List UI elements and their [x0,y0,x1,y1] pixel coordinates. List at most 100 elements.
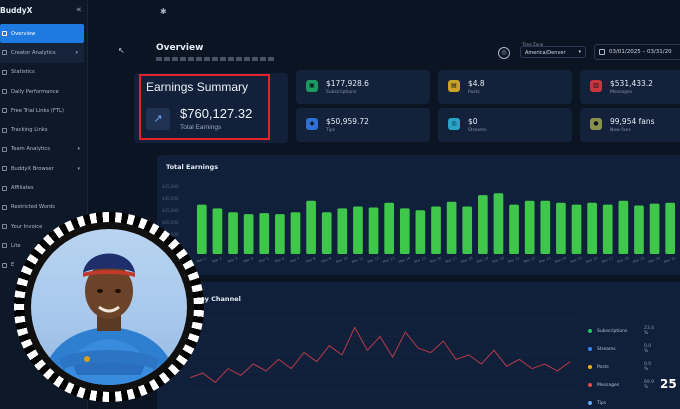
sidebar-item[interactable]: Daily Performance [0,82,86,101]
sidebar-item-label: Overview [11,30,36,37]
x-tick-label: Mar 21 [507,256,520,264]
stat-icon: ◎ [448,118,460,130]
bar[interactable] [275,214,285,254]
bar[interactable] [602,204,613,254]
bar[interactable] [321,212,332,254]
sidebar-item-label: Affiliates [11,185,34,192]
sidebar-item-label: Team Analytics [11,146,50,153]
x-tick-label: Mar 22 [523,256,536,264]
earnings-by-channel-chart [190,317,575,391]
sidebar-item-label: Restricted Words [11,204,55,211]
bar[interactable] [462,206,473,255]
sidebar-item[interactable]: Team Analytics ▾ [0,140,86,159]
bar[interactable] [571,204,582,254]
bar[interactable] [384,202,395,254]
bar[interactable] [431,206,441,255]
stat-label: Tips [326,128,336,133]
bar[interactable] [665,202,676,254]
page-subtitle-placeholder [156,57,276,61]
stat-card: ▥ $531,433.2 Messages [580,70,680,104]
nav-icon [2,166,7,172]
date-range-picker[interactable]: 03/01/2025 – 03/31/20 [594,44,680,60]
x-tick-label: Mar 23 [539,256,552,264]
bar[interactable] [368,207,379,254]
bar[interactable] [290,212,301,254]
x-tick-label: Mar 6 [274,256,285,263]
bar[interactable] [477,195,488,254]
sidebar-item[interactable]: Tracking Links [0,120,86,139]
timezone-select[interactable]: America/Denver ▾ [520,46,586,58]
legend-item[interactable]: Posts 0.0 % [588,362,651,372]
stat-icon: ▤ [448,80,460,92]
bar[interactable] [649,203,660,254]
mouse-cursor-icon: ↖ [118,46,125,55]
sidebar-item-label: Daily Performance [11,88,59,95]
y-tick-label: $35,000 [162,184,179,189]
bar[interactable] [556,202,566,254]
x-tick-label: Mar 15 [414,256,427,264]
bar[interactable] [493,193,504,254]
bar[interactable] [618,200,629,254]
bar[interactable] [415,210,426,254]
collapse-sidebar-icon[interactable]: « [76,5,82,15]
bar[interactable] [446,201,457,254]
sidebar-item-label: Your Invoice [11,223,43,230]
legend-item[interactable]: Streams 0.0 % [588,344,651,354]
total-earnings-chart: $35,000$30,000$25,000$20,000$15,000$10,0… [162,184,676,264]
sidebar-item[interactable]: Statistics [0,63,86,82]
chevron-down-icon: ▾ [77,146,80,153]
x-tick-label: Mar 1 [196,256,207,263]
legend-item[interactable]: Messages 69.9 % [588,380,654,390]
x-tick-label: Mar 8 [305,256,316,263]
bar[interactable] [259,213,270,254]
x-tick-label: Mar 7 [290,256,301,263]
bar[interactable] [243,214,254,254]
x-tick-label: Mar 20 [492,256,505,264]
stat-label: Messages [610,90,633,95]
nav-icon [2,89,7,95]
legend-label: Streams [597,346,616,352]
legend-dot [588,365,592,369]
bar[interactable] [399,208,410,254]
stat-value: $0 [468,117,478,126]
y-tick-label: $25,000 [162,208,179,213]
bar[interactable] [212,208,223,254]
stat-value: $4.8 [468,79,485,88]
sidebar-item[interactable]: BuddyX Browser ▾ [0,159,86,178]
legend-label: Posts [597,364,609,370]
bar[interactable] [196,204,207,254]
sidebar-item-label: Creator Analytics [11,49,56,56]
x-tick-label: Mar 4 [243,256,254,263]
nav-icon [2,146,7,152]
brand-logo[interactable]: BuddyX [0,6,32,15]
legend-item[interactable]: Subscriptions 23.4 % [588,326,654,336]
asterisk-icon[interactable]: ✱ [160,7,167,16]
x-tick-label: Mar 2 [212,256,223,263]
bar[interactable] [306,200,316,254]
legend-dot [588,329,592,333]
sidebar-item[interactable]: Restricted Words [0,198,86,217]
legend-item[interactable]: Tips [588,398,606,408]
bar[interactable] [353,206,363,255]
bar[interactable] [337,208,348,254]
chevron-down-icon: ▾ [578,49,581,55]
sidebar-item[interactable]: Creator Analytics ▾ [0,43,84,63]
bar[interactable] [228,212,238,254]
bar[interactable] [509,204,519,254]
x-tick-label: Mar 9 [321,256,332,263]
stat-value: $531,433.2 [610,79,653,88]
x-tick-label: Mar 29 [632,256,645,264]
bar[interactable] [634,205,644,254]
nav-icon [2,127,7,133]
x-tick-label: Mar 10 [336,256,349,264]
sidebar-item[interactable]: Overview [0,24,84,44]
nav-icon [2,31,7,37]
sidebar-item[interactable]: Free Trial Links (FTL) [0,101,86,120]
bar[interactable] [540,200,551,254]
bar[interactable] [524,200,535,254]
user-icon[interactable]: ◎ [498,47,510,59]
bar[interactable] [587,202,597,254]
stat-label: Streams [468,128,487,133]
sidebar-item[interactable]: Affiliates [0,178,86,197]
x-tick-label: Mar 31 [663,256,676,264]
